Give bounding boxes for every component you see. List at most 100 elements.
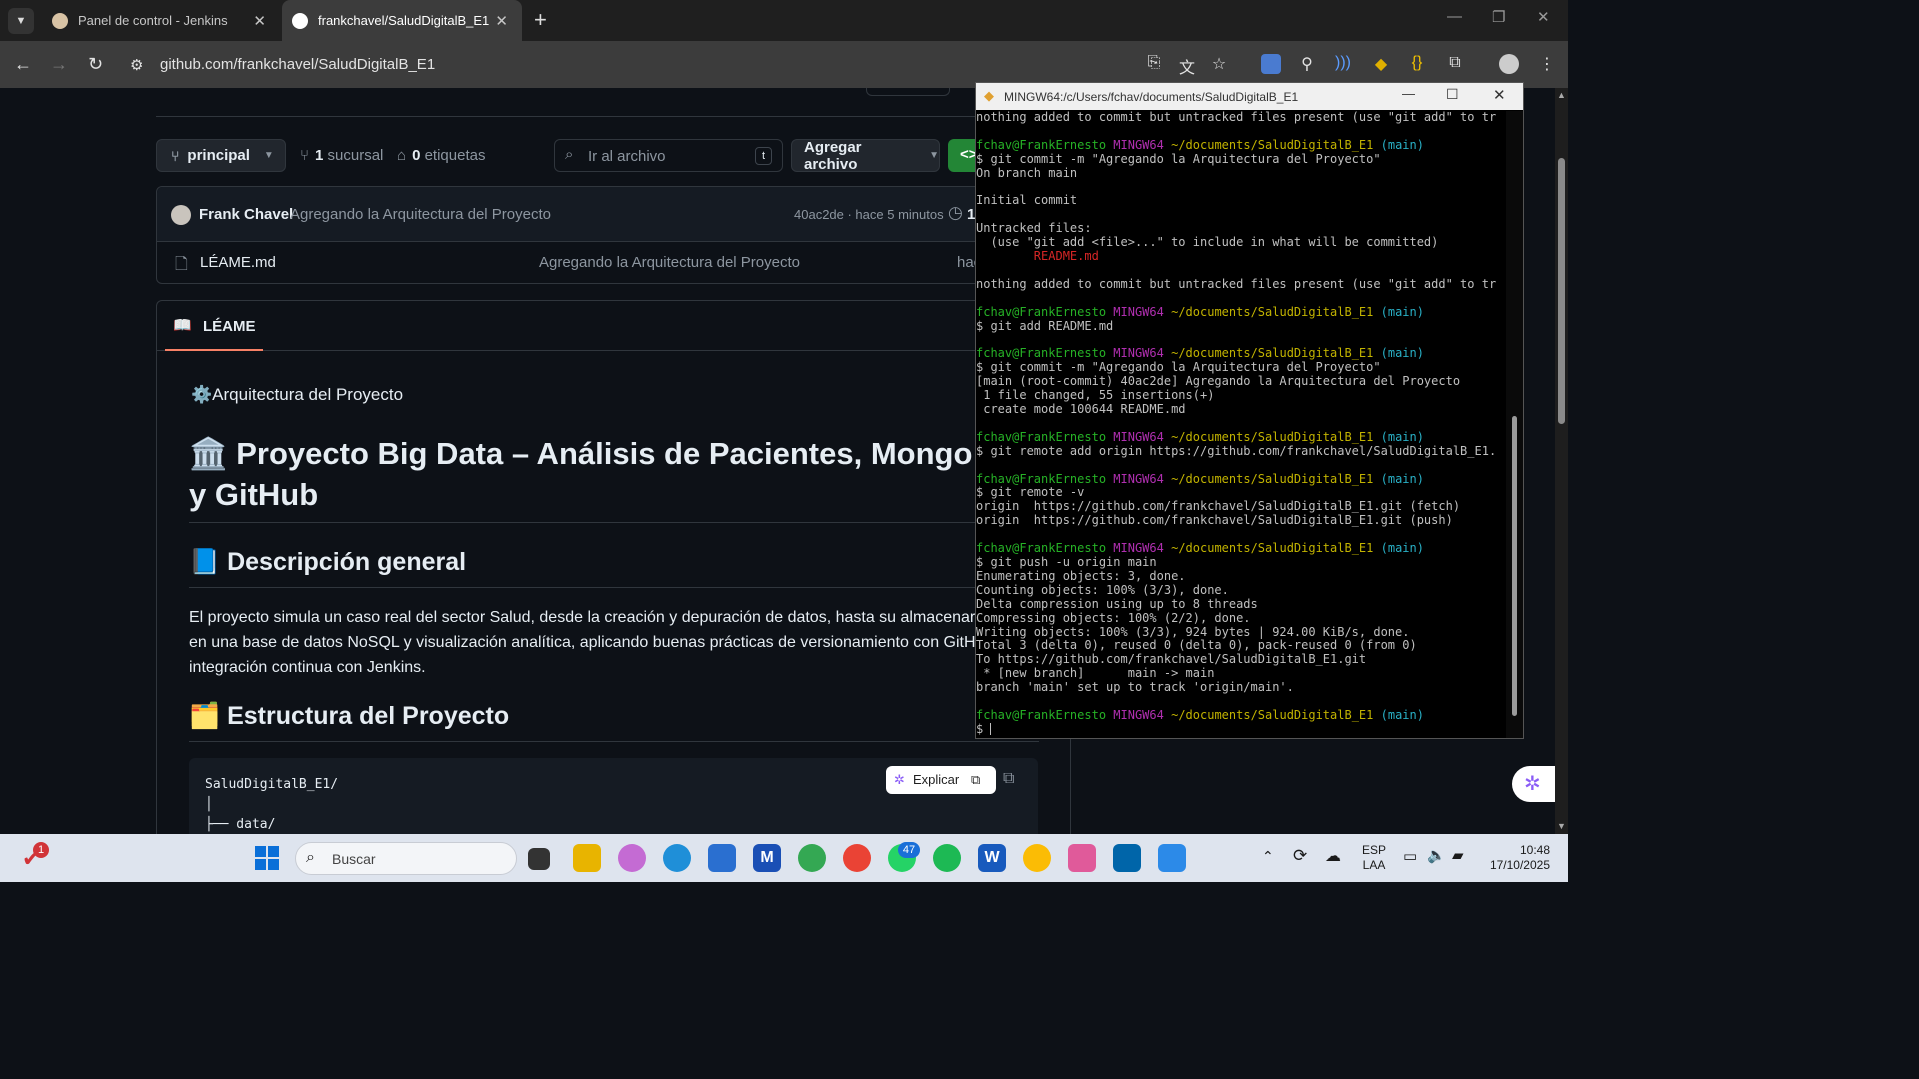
branch-selector[interactable]: ⑂ principal ▼ <box>156 139 286 172</box>
edge-icon[interactable] <box>663 844 691 872</box>
copilot-icon[interactable] <box>618 844 646 872</box>
forward-icon[interactable]: → <box>50 54 68 75</box>
taskbar: ✔ 1 ⌕ Buscar M 47 W ⌃ ⟳ ☁ ESP LAA ▭ 🔈 ▰ … <box>0 834 1568 882</box>
extensions-puzzle-icon[interactable]: ⧉ <box>1445 54 1465 74</box>
install-app-icon[interactable]: ⎘ <box>1144 54 1164 74</box>
structure-heading-text: Estructura del Proyecto <box>227 702 510 730</box>
readme-tab-label: LÉAME <box>203 318 256 335</box>
commit-meta[interactable]: 40ac2de · hace 5 minutos <box>794 207 944 222</box>
close-icon[interactable]: ✕ <box>1493 86 1506 104</box>
back-icon[interactable]: ← <box>14 54 32 75</box>
architecture-line: ⚙️Arquitectura del Proyecto <box>191 385 404 404</box>
copy-small-icon[interactable]: ⧉ <box>971 772 980 788</box>
task-view-icon[interactable] <box>528 848 550 870</box>
json-extension-icon[interactable]: {} <box>1407 54 1427 74</box>
terminal-scrollbar[interactable] <box>1506 111 1523 738</box>
description-line: El proyecto simula un caso real del sect… <box>189 609 976 626</box>
close-tab-icon[interactable]: ✕ <box>495 12 508 30</box>
divider <box>189 587 1039 588</box>
terminal-input-line[interactable]: $ <box>976 722 1506 737</box>
math-app-icon[interactable]: M <box>753 844 781 872</box>
taskbar-search-placeholder: Buscar <box>332 851 376 867</box>
add-file-button[interactable]: Agregar archivo ▼ <box>791 139 940 173</box>
scroll-up-icon[interactable]: ▲ <box>1557 90 1566 100</box>
clock[interactable]: 10:48 17/10/2025 <box>1482 843 1550 873</box>
copilot-fab[interactable]: ✲ <box>1512 766 1555 802</box>
commit-message[interactable]: Agregando la Arquitectura del Proyecto <box>290 206 551 223</box>
bookmark-star-icon[interactable]: ☆ <box>1209 54 1229 74</box>
copy-icon[interactable]: ⧉ <box>1003 770 1014 788</box>
volume-icon[interactable]: 🔈 <box>1427 846 1446 864</box>
scrollbar-thumb[interactable] <box>1558 158 1565 424</box>
battery-icon[interactable]: ▰ <box>1452 846 1464 864</box>
maximize-icon[interactable]: ☐ <box>1446 86 1459 103</box>
read-aloud-icon[interactable]: ))) <box>1333 54 1353 74</box>
chrome-profile-icon[interactable] <box>843 844 871 872</box>
gem-extension-icon[interactable]: ◆ <box>1371 54 1391 74</box>
store-icon[interactable] <box>708 844 736 872</box>
extension-icon[interactable]: ⚲ <box>1297 54 1317 74</box>
page-scrollbar[interactable]: ▲ ▼ <box>1555 88 1568 834</box>
terminal-output[interactable]: nothing added to commit but untracked fi… <box>976 111 1506 738</box>
spotify-icon[interactable] <box>933 844 961 872</box>
scroll-down-icon[interactable]: ▼ <box>1557 821 1566 831</box>
explain-button[interactable]: ✲ Explicar ⧉ <box>886 766 996 794</box>
tab-jenkins[interactable]: Panel de control - Jenkins ✕ <box>40 0 280 41</box>
new-tab-button[interactable]: + <box>534 7 547 33</box>
structure-heading: 🗂️ Estructura del Proyecto <box>189 702 509 731</box>
network-icon[interactable]: ▭ <box>1403 847 1417 865</box>
chrome-icon[interactable] <box>798 844 826 872</box>
profile-avatar[interactable] <box>1499 54 1519 74</box>
onedrive-cloud-icon[interactable]: ☁ <box>1325 846 1341 866</box>
screenshot-extension-icon[interactable] <box>1261 54 1281 74</box>
close-window-icon[interactable]: ✕ <box>1537 8 1550 26</box>
translate-icon[interactable]: 文 <box>1177 54 1197 77</box>
terminal-line: ​ <box>976 292 1506 306</box>
chevron-down-icon: ▼ <box>263 150 274 161</box>
terminal-line: Counting objects: 100% (3/3), done. <box>976 582 1229 597</box>
start-windows-icon[interactable] <box>255 846 279 870</box>
reload-icon[interactable]: ↻ <box>88 54 103 75</box>
tags-link[interactable]: ⌂ 0 etiquetas <box>397 147 485 164</box>
terminal-line: $ git push -u origin main <box>976 555 1157 569</box>
close-tab-icon[interactable]: ✕ <box>253 12 266 30</box>
go-to-file-input[interactable]: ⌕ Ir al archivo t <box>554 139 783 172</box>
terminal-line: Writing objects: 100% (3/3), 924 bytes |… <box>976 624 1410 639</box>
history-icon[interactable]: ◷ <box>948 203 963 223</box>
file-explorer-icon[interactable] <box>573 844 601 872</box>
terminal-window[interactable]: ◆ MINGW64:/c/Users/fchav/documents/Salud… <box>975 82 1524 739</box>
file-row[interactable]: 🗋 LÉAME.md Agregando la Arquitectura del… <box>157 242 1055 284</box>
terminal-title: MINGW64:/c/Users/fchav/documents/SaludDi… <box>1004 90 1299 104</box>
file-name[interactable]: LÉAME.md <box>200 254 276 271</box>
search-icon: ⌕ <box>565 146 574 163</box>
tab-readme[interactable]: 📖 LÉAME <box>165 301 263 351</box>
description-heading: 📘 Descripción general <box>189 548 466 577</box>
menu-kebab-icon[interactable]: ⋮ <box>1537 54 1557 74</box>
url-field[interactable]: github.com/frankchavel/SaludDigitalB_E1 <box>160 56 435 73</box>
tag-icon: ⌂ <box>397 147 407 164</box>
tab-github-repo[interactable]: frankchavel/SaludDigitalB_E1 ✕ <box>282 0 522 41</box>
terminal-line: [main (root-commit) 40ac2de] Agregando l… <box>976 374 1461 389</box>
file-commit-message[interactable]: Agregando la Arquitectura del Proyecto <box>539 254 800 271</box>
snipping-tool-icon[interactable] <box>1158 844 1186 872</box>
site-settings-icon[interactable]: ⚙ <box>130 56 143 74</box>
chrome-user-icon[interactable] <box>1023 844 1051 872</box>
colorful-app-icon[interactable] <box>1068 844 1096 872</box>
minimize-icon[interactable]: — <box>1447 8 1462 25</box>
terminal-line: origin https://github.com/frankchavel/Sa… <box>976 513 1453 528</box>
taskbar-search[interactable]: ⌕ Buscar <box>295 842 517 875</box>
terminal-scrollbar-thumb[interactable] <box>1512 416 1517 716</box>
sync-icon[interactable]: ⟳ <box>1293 846 1307 866</box>
commit-author[interactable]: Frank Chavel <box>199 206 293 223</box>
minimize-icon[interactable]: — <box>1402 86 1415 101</box>
search-icon: ⌕ <box>306 849 315 866</box>
show-hidden-icons-chevron[interactable]: ⌃ <box>1262 848 1274 865</box>
maximize-icon[interactable]: ❐ <box>1492 8 1505 26</box>
tab-search-button[interactable]: ▼ <box>8 8 34 34</box>
terminal-title-bar[interactable]: ◆ MINGW64:/c/Users/fchav/documents/Salud… <box>976 83 1523 110</box>
language-indicator[interactable]: ESP LAA <box>1362 843 1386 873</box>
vscode-icon[interactable] <box>1113 844 1141 872</box>
branches-link[interactable]: ⑂ 1 sucursal <box>300 147 383 164</box>
terminal-line: $ git commit -m "Agregando la Arquitectu… <box>976 151 1381 166</box>
word-icon[interactable]: W <box>978 844 1006 872</box>
